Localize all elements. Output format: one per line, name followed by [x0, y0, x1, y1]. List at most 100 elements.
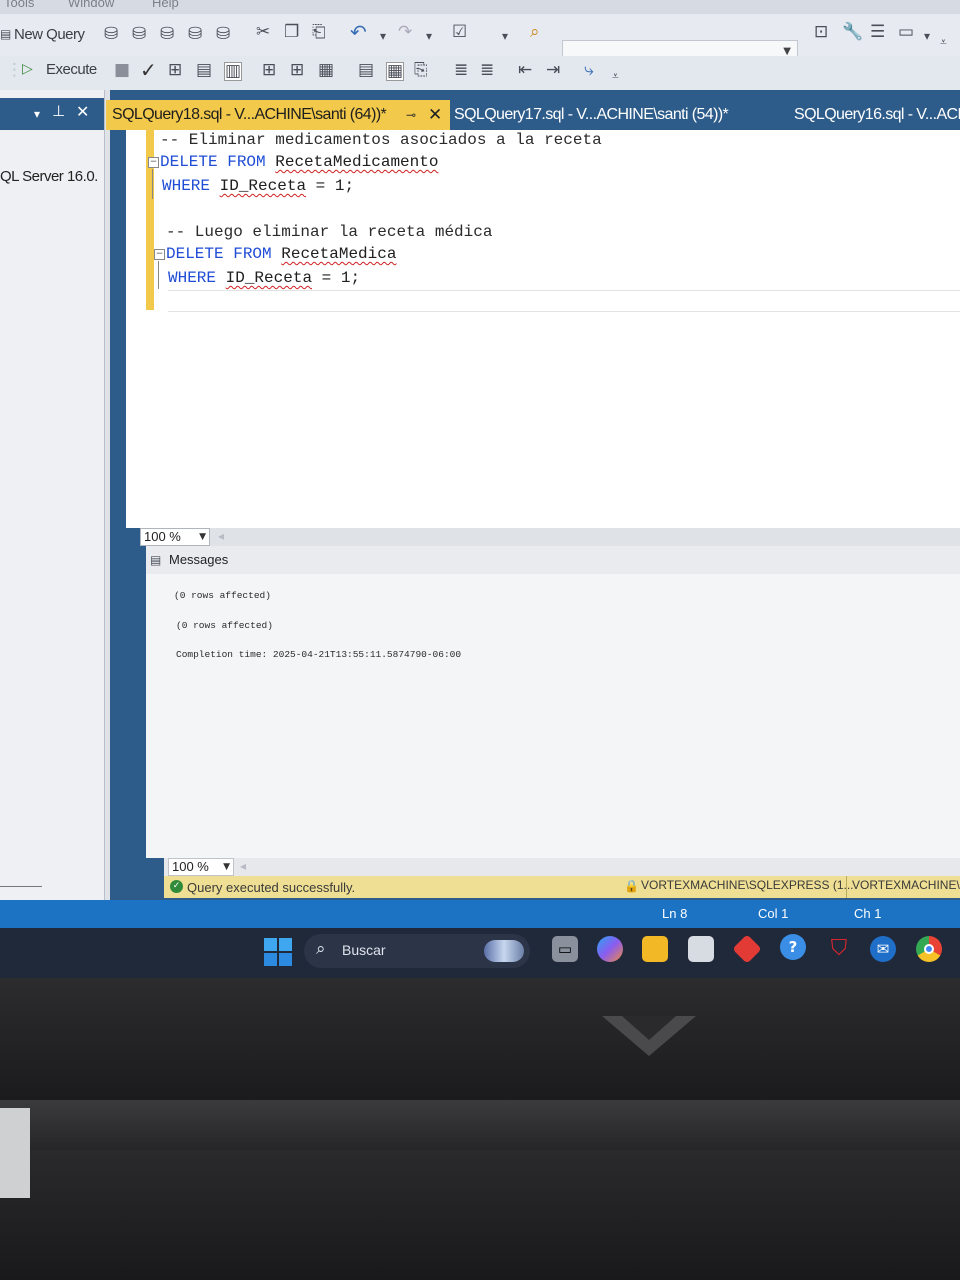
- display-estimated-plan-icon[interactable]: ⊞: [168, 62, 182, 79]
- paste-icon[interactable]: ⎗: [312, 24, 326, 41]
- outlook-icon[interactable]: ✉: [870, 936, 896, 962]
- editor-zoom-bar: 100 % ▼ ◂: [140, 528, 960, 546]
- menu-item-window[interactable]: Window: [68, 0, 114, 10]
- file-explorer-icon[interactable]: [642, 936, 668, 962]
- panel-menu-dropdown-icon[interactable]: ▾: [34, 108, 40, 120]
- redo-dropdown-icon[interactable]: ▾: [426, 30, 432, 42]
- specify-template-values-icon[interactable]: ⤷: [584, 62, 594, 79]
- xmla-query-icon[interactable]: ⛁: [188, 26, 202, 43]
- decrease-indent-icon[interactable]: ⇤: [518, 62, 532, 79]
- server-connection: VORTEXMACHINE\SQLEXPRESS (1...: [641, 878, 854, 892]
- toolbar-overflow-icon[interactable]: ⩡: [940, 36, 947, 48]
- undo-icon[interactable]: ↶: [350, 22, 367, 42]
- panel-close-icon[interactable]: ✕: [76, 104, 89, 120]
- status-char: Ch 1: [854, 906, 882, 921]
- chrome-icon[interactable]: [916, 936, 942, 962]
- parse-checkmark-icon[interactable]: ✓: [140, 60, 157, 80]
- redo-icon[interactable]: ↷: [398, 24, 412, 41]
- properties-wrench-icon[interactable]: 🔧: [842, 24, 863, 41]
- fold-guide: [152, 169, 153, 199]
- new-query-icon: ▤: [0, 27, 12, 41]
- copilot-icon[interactable]: [597, 936, 623, 962]
- panel-divider: [0, 886, 42, 887]
- table-name-2: RecetaMedica: [281, 245, 397, 263]
- messages-pane[interactable]: (0 rows affected) (0 rows affected) Comp…: [146, 574, 960, 858]
- current-line-highlight: [168, 290, 960, 312]
- comment-out-icon[interactable]: ≣: [454, 62, 468, 79]
- fold-toggle-icon[interactable]: −: [148, 157, 159, 168]
- tab-messages[interactable]: Messages: [169, 552, 228, 567]
- results-zoom-bar: 100 % ▼ ◂: [164, 858, 960, 876]
- execute-button[interactable]: Execute: [46, 61, 97, 78]
- help-app-icon[interactable]: ?: [780, 934, 806, 960]
- menu-item-tools[interactable]: Tools: [4, 0, 34, 10]
- search-placeholder: Buscar: [342, 942, 386, 958]
- uncomment-icon[interactable]: ≣: [480, 62, 494, 79]
- column-name-2: ID_Receta: [225, 269, 313, 287]
- standard-toolbar: ▤ New Query ⛁ ⛁ ⛁ ⛁ ⛁ ✂ ❐ ⎗ ↶ ▾ ↷ ▾ ☑ ▾ …: [0, 14, 960, 66]
- client-statistics-icon[interactable]: ▦: [318, 62, 334, 79]
- include-actual-plan-icon[interactable]: ⊞: [262, 62, 276, 79]
- cut-icon[interactable]: ✂: [256, 24, 270, 41]
- code-line-delete-2: DELETE FROM RecetaMedica: [166, 245, 396, 263]
- code-line-where-2: WHERE ID_Receta = 1;: [168, 269, 360, 287]
- tab-pin-icon[interactable]: ⊸: [406, 100, 416, 130]
- registered-servers-icon[interactable]: ⊡: [814, 24, 828, 41]
- copy-icon[interactable]: ❐: [284, 24, 299, 41]
- db-engine-query-icon[interactable]: ⛁: [104, 26, 118, 43]
- keyword-from: FROM: [227, 153, 266, 171]
- message-line-1: (0 rows affected): [174, 590, 271, 601]
- task-view-icon[interactable]: ▭: [552, 936, 578, 962]
- undo-dropdown-icon[interactable]: ▾: [380, 30, 386, 42]
- results-to-text-icon[interactable]: ▤: [358, 62, 374, 79]
- results-tab-strip: ▤ Messages: [140, 546, 960, 574]
- menu-item-help[interactable]: Help: [152, 0, 179, 10]
- column-name-1: ID_Receta: [219, 177, 307, 195]
- menu-bar: Tools Window Help: [0, 0, 960, 14]
- keyword-delete: DELETE: [160, 153, 218, 171]
- pin-icon[interactable]: ⊥: [52, 104, 65, 119]
- table-name-1: RecetaMedicamento: [275, 153, 439, 171]
- activity-monitor-icon[interactable]: ☑: [452, 24, 467, 41]
- tab-close-icon[interactable]: ✕: [428, 100, 442, 130]
- mdx-query-icon[interactable]: ⛁: [132, 26, 146, 43]
- microsoft-store-icon[interactable]: [688, 936, 714, 962]
- results-to-file-icon[interactable]: ⎘: [414, 62, 428, 79]
- results-zoom-select[interactable]: 100 % ▼: [168, 858, 234, 876]
- intellisense-icon[interactable]: ▥: [224, 62, 243, 81]
- results-to-grid-icon[interactable]: ▦: [386, 62, 405, 81]
- tab-sqlquery17[interactable]: SQLQuery17.sql - V...ACHINE\santi (54))*: [454, 100, 729, 130]
- dax-query-icon[interactable]: ⛁: [216, 26, 230, 43]
- new-query-button[interactable]: New Query: [14, 26, 85, 43]
- cancel-query-icon[interactable]: ■: [114, 62, 130, 79]
- laptop-base: [0, 1150, 960, 1280]
- server-node-label[interactable]: QL Server 16.0.: [0, 168, 98, 185]
- fold-toggle-icon[interactable]: −: [154, 249, 165, 260]
- message-line-2: (0 rows affected): [176, 620, 273, 631]
- window-dropdown-icon[interactable]: ▾: [924, 30, 930, 42]
- editor-zoom-value: 100 %: [144, 529, 181, 544]
- search-highlight-image: [484, 940, 524, 962]
- tab-sqlquery16[interactable]: SQLQuery16.sql - V...ACH: [794, 100, 960, 130]
- query-options-icon[interactable]: ▤: [196, 62, 212, 79]
- code-line-delete-1: DELETE FROM RecetaMedicamento: [160, 153, 438, 171]
- scroll-left-icon[interactable]: ◂: [240, 860, 246, 872]
- laptop-logo-icon: [602, 1016, 696, 1056]
- window-icon[interactable]: ▭: [898, 24, 914, 41]
- dmx-query-icon[interactable]: ⛁: [160, 26, 174, 43]
- windows-start-icon[interactable]: [264, 938, 292, 966]
- live-query-stats-icon[interactable]: ⊞: [290, 62, 304, 79]
- find-icon[interactable]: ⌕: [530, 24, 540, 41]
- tab-sqlquery18[interactable]: SQLQuery18.sql - V...ACHINE\santi (64))*…: [106, 100, 450, 130]
- status-divider: [846, 876, 847, 898]
- mcafee-icon[interactable]: ⛉: [826, 936, 852, 962]
- toolbox-icon[interactable]: ☰: [870, 24, 885, 41]
- solution-config-dropdown-icon[interactable]: ▾: [502, 30, 508, 42]
- increase-indent-icon[interactable]: ⇥: [546, 62, 560, 79]
- editor-zoom-select[interactable]: 100 % ▼: [140, 528, 210, 546]
- taskbar-search-box[interactable]: ⌕ Buscar: [304, 934, 530, 968]
- toolbar2-overflow-icon[interactable]: ⩡: [612, 70, 619, 82]
- search-icon: ⌕: [316, 939, 326, 959]
- messages-icon: ▤: [150, 553, 162, 567]
- scroll-left-icon[interactable]: ◂: [218, 530, 224, 542]
